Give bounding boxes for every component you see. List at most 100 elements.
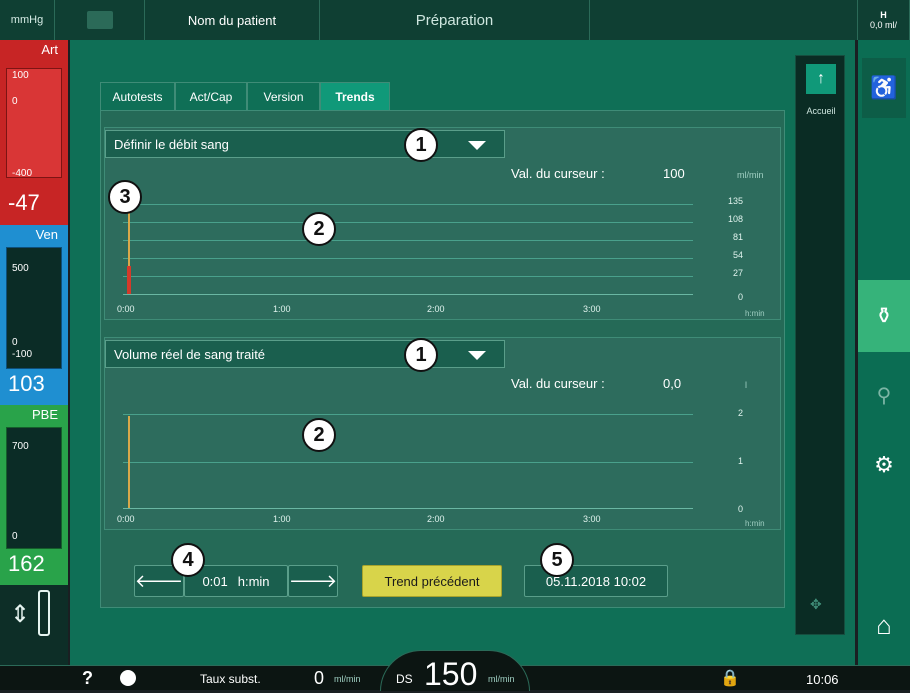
- cursor-value: 100: [663, 166, 685, 181]
- unit-label: mmHg: [0, 0, 55, 40]
- trend-trace: [127, 266, 131, 294]
- subst-value: 0: [314, 668, 325, 688]
- top-bar-empty: [590, 0, 858, 40]
- preparation-icon[interactable]: ⚱: [858, 280, 910, 352]
- help-icon[interactable]: ?: [82, 668, 93, 689]
- cursor-value: 0,0: [663, 376, 682, 391]
- patient-icon[interactable]: ♿: [862, 58, 906, 118]
- side-toolbar: ↑ Accueil ✥: [795, 55, 845, 635]
- chevron-down-icon: [468, 351, 486, 360]
- uf-icon: H: [880, 10, 887, 20]
- ds-label: DS: [396, 672, 413, 686]
- patient-name[interactable]: Nom du patient: [145, 0, 320, 40]
- y-tick: 135: [727, 196, 743, 206]
- dropdown-bottom-label: Volume réel de sang traité: [114, 346, 266, 362]
- pbe-value: 162: [8, 551, 45, 576]
- callout-badge: 3: [108, 180, 142, 214]
- right-menu: ♿ ⚱ ⚲ ⚙ ⌂: [858, 40, 910, 665]
- subst-unit: ml/min: [334, 674, 361, 684]
- x-tick: 1:00: [273, 514, 291, 524]
- dropdown-top-label: Définir le débit sang: [114, 136, 229, 152]
- art-scale-top: 100: [12, 70, 29, 81]
- x-tick: 2:00: [427, 514, 445, 524]
- filter-icon[interactable]: ⚲: [862, 365, 906, 425]
- pbe-panel[interactable]: PBE 700 0 162: [0, 405, 68, 585]
- y-tick: 1: [737, 456, 743, 466]
- ds-unit: ml/min: [488, 674, 515, 684]
- art-scale-zero: 0: [12, 96, 18, 107]
- ds-value: 150: [424, 656, 478, 692]
- callout-badge: 1: [404, 338, 438, 372]
- uf-value: 0,0 ml/: [869, 20, 897, 30]
- gridline: [123, 258, 693, 259]
- time-unit: h:min: [237, 573, 270, 589]
- tab-version[interactable]: Version: [247, 82, 320, 110]
- callout-badge: 1: [404, 128, 438, 162]
- home-icon[interactable]: ⌂: [862, 600, 906, 650]
- tab-act-cap[interactable]: Act/Cap: [175, 82, 247, 110]
- y-tick: 27: [732, 268, 743, 278]
- ven-scale-zero: 0: [12, 337, 18, 348]
- status-bar: ? Taux subst. 0 ml/min DS 150 ml/min 🔒 1…: [0, 650, 910, 692]
- ven-scale-bottom: -100: [12, 349, 33, 360]
- x-axis: [123, 294, 693, 295]
- dropdown-bottom[interactable]: Volume réel de sang traité: [105, 340, 505, 368]
- patient-card-icon[interactable]: [55, 0, 145, 40]
- gridline: [123, 240, 693, 241]
- scroll-right-button[interactable]: 🡒: [288, 565, 338, 597]
- y-unit: ml/min: [737, 170, 764, 180]
- art-label: Art: [41, 42, 58, 57]
- art-scale-bottom: -400: [12, 168, 33, 179]
- x-tick: 0:00: [117, 304, 135, 314]
- top-bar: mmHg Nom du patient Préparation H 0,0 ml…: [0, 0, 910, 40]
- home-label[interactable]: Accueil: [796, 106, 846, 116]
- pressure-column: Art 100 0 -400 -47 Ven 500 0 -100 103 PB…: [0, 40, 68, 665]
- callout-badge: 2: [302, 212, 336, 246]
- x-unit: h:min: [745, 309, 765, 318]
- callout-badge: 4: [171, 543, 205, 577]
- art-panel[interactable]: Art 100 0 -400 -47: [0, 40, 68, 225]
- y-tick: 0: [737, 292, 743, 302]
- pbe-scale-zero: 0: [12, 531, 18, 542]
- time-value: 0:01: [202, 573, 228, 589]
- gridline: [123, 462, 693, 463]
- x-tick: 1:00: [273, 304, 291, 314]
- previous-trend-button[interactable]: Trend précédent: [362, 565, 502, 597]
- x-tick: 3:00: [583, 304, 601, 314]
- lock-icon[interactable]: 🔒: [720, 668, 740, 688]
- ven-panel[interactable]: Ven 500 0 -100 103: [0, 225, 68, 405]
- y-unit: l: [745, 380, 747, 390]
- move-icon: ✥: [810, 596, 822, 612]
- chart-bottom: Volume réel de sang traité Val. du curse…: [104, 337, 781, 530]
- clock-icon[interactable]: [120, 670, 136, 686]
- ven-scale-top: 500: [12, 263, 29, 274]
- gridline: [123, 414, 693, 415]
- y-tick: 0: [737, 504, 743, 514]
- tab-autotests[interactable]: Autotests: [100, 82, 175, 110]
- art-value: -47: [8, 190, 40, 215]
- chevron-down-icon: [468, 141, 486, 150]
- art-bar: [6, 68, 62, 178]
- mode-title: Préparation: [320, 0, 590, 40]
- cursor-label: Val. du curseur :: [511, 166, 605, 181]
- arrow-up-icon[interactable]: ↑: [806, 64, 836, 94]
- y-tick: 108: [727, 214, 743, 224]
- ven-label: Ven: [35, 227, 58, 242]
- pbe-scale-top: 700: [12, 441, 29, 452]
- uf-indicator[interactable]: H 0,0 ml/: [858, 0, 910, 40]
- callout-badge: 2: [302, 418, 336, 452]
- ven-value: 103: [8, 371, 45, 396]
- dropdown-top[interactable]: Définir le débit sang: [105, 130, 505, 158]
- sort-arrows-icon[interactable]: ⇕: [10, 600, 30, 629]
- tab-trends[interactable]: Trends: [320, 82, 390, 110]
- settings-icon[interactable]: ⚙: [862, 435, 906, 495]
- callout-badge: 5: [540, 543, 574, 577]
- cursor-label: Val. du curseur :: [511, 376, 605, 391]
- subst-label: Taux subst.: [200, 672, 261, 686]
- syringe-icon: [38, 590, 50, 636]
- x-tick: 0:00: [117, 514, 135, 524]
- arrow-left-icon: 🡐: [134, 570, 184, 591]
- pbe-label: PBE: [31, 407, 58, 422]
- cursor-line[interactable]: [128, 416, 130, 508]
- clock-time: 10:06: [806, 672, 839, 687]
